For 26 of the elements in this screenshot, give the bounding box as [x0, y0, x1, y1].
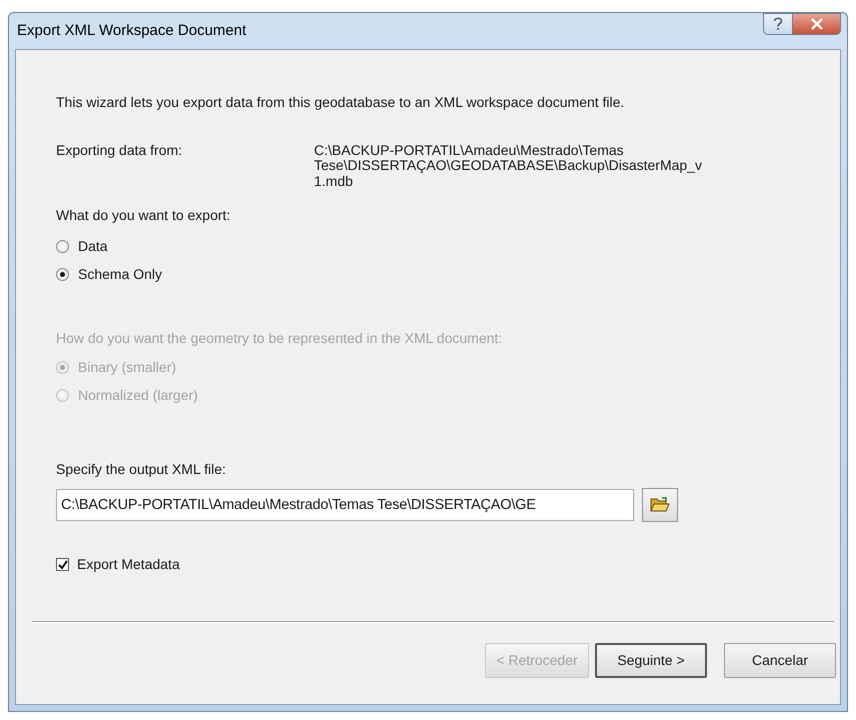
radio-button[interactable]: [56, 240, 69, 253]
field-label: Exporting data from:: [56, 143, 184, 160]
option-label: Schema Only: [78, 264, 162, 284]
browse-button[interactable]: [642, 488, 678, 522]
path-field[interactable]: C:\BACKUP-PORTATIL\Amadeu\Mestrado\Temas Tese\DISSERTAÇAO\GE: [56, 489, 634, 522]
dialog-button[interactable]: Seguinte >: [595, 643, 707, 678]
close-button[interactable]: [793, 13, 841, 35]
dialog-button[interactable]: Cancelar: [724, 643, 836, 678]
path-text: C:\BACKUP-PORTATIL\Amadeu\Mestrado\Temas: [314, 143, 625, 158]
option-label: Normalized (larger): [78, 386, 198, 405]
radio-button[interactable]: [56, 268, 69, 281]
field-label: Specify the output XML file:: [56, 460, 227, 480]
help-button[interactable]: [763, 13, 793, 35]
question-label: What do you want to export:: [56, 206, 232, 226]
path-text: 1.mdb: [314, 174, 353, 190]
folder-icon: [650, 497, 670, 514]
option-label: Data: [78, 236, 108, 256]
checkbox-label: Export Metadata: [77, 555, 180, 574]
window-title: Export XML Workspace Document: [16, 20, 246, 41]
intro-text: This wizard lets you export data from this geodatabase to an XML workspace document file.: [56, 93, 626, 112]
help-icon: [773, 17, 783, 31]
question-label: How do you want the geometry to be represented in the XML document:: [56, 329, 504, 348]
option-label: Binary (smaller): [78, 358, 176, 377]
checkbox[interactable]: [56, 558, 69, 572]
close-icon: [810, 18, 824, 30]
path-text: Tese\DISSERTAÇAO\GEODATABASE\Backup\DisasterMap_v: [314, 158, 703, 174]
